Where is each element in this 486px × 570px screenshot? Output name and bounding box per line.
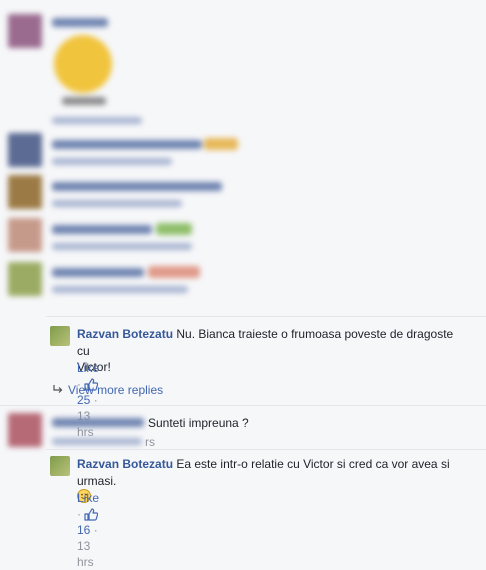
comment-actions: Like · 25 · 13 hrs xyxy=(77,360,99,440)
blurred-emoji xyxy=(156,223,192,235)
divider xyxy=(46,449,486,450)
comment-body-line1: Ea este intr-o relatie cu Victor si cred… xyxy=(176,457,450,471)
avatar[interactable] xyxy=(8,175,42,209)
reaction-count[interactable]: 16 xyxy=(77,523,90,537)
like-link[interactable]: Like xyxy=(77,491,99,505)
comment-text: Razvan Botezatu Nu. Bianca traieste o fr… xyxy=(77,326,482,342)
blurred-meta xyxy=(52,200,182,207)
avatar[interactable] xyxy=(8,133,42,167)
timestamp[interactable]: 13 hrs xyxy=(77,539,94,569)
separator-dot: · xyxy=(93,523,98,537)
comment-text: Sunteti impreuna ? xyxy=(148,416,249,430)
thumbs-up-icon[interactable] xyxy=(84,508,99,521)
blurred-meta xyxy=(52,438,142,445)
author-link[interactable]: Razvan Botezatu xyxy=(77,327,173,341)
view-more-replies-link[interactable]: View more replies xyxy=(68,383,163,397)
separator-dot: · xyxy=(77,507,81,521)
blurred-meta xyxy=(52,158,172,165)
comment-body-line2: urmasi. xyxy=(77,474,117,488)
blurred-sticker-label xyxy=(62,97,106,105)
reply-arrow-icon xyxy=(53,385,63,393)
sticker-crying-face xyxy=(54,35,112,93)
author-link[interactable]: Razvan Botezatu xyxy=(77,457,173,471)
blurred-name xyxy=(52,182,222,191)
avatar[interactable] xyxy=(8,262,42,296)
blurred-name xyxy=(52,140,202,149)
avatar[interactable] xyxy=(8,14,42,48)
avatar[interactable] xyxy=(50,456,70,476)
avatar[interactable] xyxy=(50,326,70,346)
blurred-name xyxy=(52,225,152,234)
avatar[interactable] xyxy=(8,218,42,252)
like-link[interactable]: Like xyxy=(77,361,99,375)
blurred-name xyxy=(52,18,108,27)
comment-body-line1: Nu. Bianca traieste o frumoasa poveste d… xyxy=(176,327,454,341)
view-more-replies-row[interactable]: View more replies xyxy=(52,382,163,398)
avatar[interactable] xyxy=(8,413,42,447)
divider xyxy=(46,316,486,317)
blurred-meta xyxy=(52,117,142,124)
blurred-meta xyxy=(52,243,192,250)
comment-actions: Like · 16 · 13 hrs xyxy=(77,490,99,570)
blurred-author-name xyxy=(52,418,144,427)
blurred-meta xyxy=(52,286,188,293)
blurred-emoji xyxy=(148,266,200,278)
timestamp[interactable]: rs xyxy=(145,434,155,450)
blurred-emoji xyxy=(204,138,238,150)
blurred-name xyxy=(52,268,144,277)
comment-text: Razvan Botezatu Ea este intr-o relatie c… xyxy=(77,456,482,472)
divider xyxy=(0,405,486,406)
